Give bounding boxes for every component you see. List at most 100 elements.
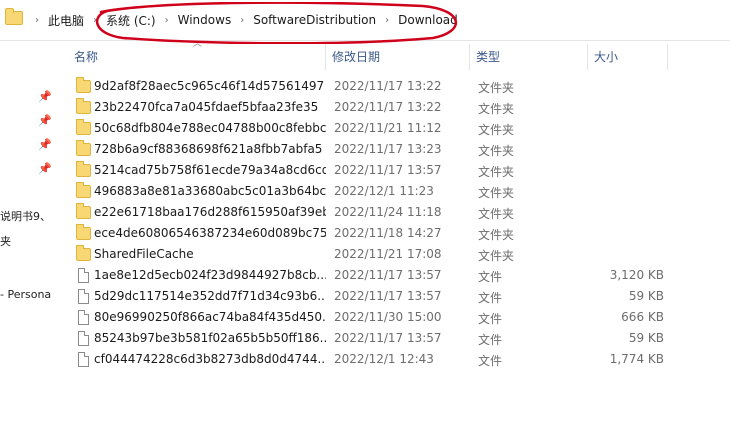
- file-icon: [78, 289, 89, 304]
- chevron-right-icon: ›: [93, 14, 98, 26]
- table-row[interactable]: 9d2af8f28aec5c965c46f14d57561497 2022/11…: [68, 77, 730, 98]
- file-list: 9d2af8f28aec5c965c46f14d57561497 2022/11…: [68, 77, 730, 371]
- table-row[interactable]: 1ae8e12d5ecb024f23d9844927b8cb... 2022/1…: [68, 266, 730, 287]
- file-size: 1,774 KB: [609, 352, 664, 366]
- file-type: 文件夹: [478, 207, 515, 221]
- navigation-pane: 📌 📌 📌 📌 说明书9、 夹 - Persona: [0, 40, 68, 422]
- file-type: 文件夹: [478, 144, 515, 158]
- pin-icon[interactable]: 📌: [38, 138, 52, 151]
- column-header: ︿ 名称 修改日期 类型 大小: [68, 39, 730, 70]
- table-row[interactable]: ece4de60806546387234e60d089bc753 2022/11…: [68, 224, 730, 245]
- nav-item-label[interactable]: - Persona: [0, 288, 51, 301]
- folder-icon: [76, 98, 91, 114]
- table-row[interactable]: 496883a8e81a33680abc5c01a3b64bc5 2022/12…: [68, 182, 730, 203]
- file-type: 文件夹: [478, 165, 515, 179]
- file-type: 文件夹: [478, 81, 515, 95]
- file-icon: [78, 331, 89, 346]
- file-name: cf044474228c6d3b8273db8d0d4744...: [94, 352, 326, 366]
- folder-icon: [76, 245, 91, 261]
- chevron-right-icon: ›: [385, 14, 390, 26]
- file-date: 2022/11/17 13:57: [334, 331, 442, 345]
- file-date: 2022/11/17 13:23: [334, 142, 442, 156]
- file-type: 文件: [478, 312, 503, 326]
- chevron-right-icon: ›: [240, 14, 245, 26]
- breadcrumb-item-download[interactable]: Download: [398, 13, 458, 27]
- file-name: e22e61718baa176d288f615950af39eb: [94, 205, 326, 219]
- file-date: 2022/12/1 12:43: [334, 352, 434, 366]
- file-name: 50c68dfb804e788ec04788b00c8febbc: [94, 121, 326, 135]
- chevron-right-icon: ›: [164, 14, 169, 26]
- file-date: 2022/11/17 13:57: [334, 163, 442, 177]
- file-type: 文件夹: [478, 228, 515, 242]
- file-name: 496883a8e81a33680abc5c01a3b64bc5: [94, 184, 326, 198]
- file-type: 文件夹: [478, 186, 515, 200]
- address-bar[interactable]: › 此电脑 › 系统 (C:) › Windows › SoftwareDist…: [0, 0, 730, 44]
- folder-icon: [76, 140, 91, 156]
- table-row[interactable]: 50c68dfb804e788ec04788b00c8febbc 2022/11…: [68, 119, 730, 140]
- file-date: 2022/11/30 15:00: [334, 310, 442, 324]
- file-date: 2022/11/17 13:22: [334, 79, 442, 93]
- file-name: 5214cad75b758f61ecde79a34a8cd6cd: [94, 163, 326, 177]
- folder-icon: [76, 224, 91, 240]
- file-date: 2022/11/17 13:22: [334, 100, 442, 114]
- file-icon: [78, 268, 89, 283]
- nav-item-label[interactable]: 说明书9、: [0, 208, 51, 224]
- column-name[interactable]: 名称: [68, 44, 326, 70]
- breadcrumb-item-windows[interactable]: Windows: [178, 13, 232, 27]
- folder-icon: [76, 119, 91, 135]
- folder-icon: [76, 77, 91, 93]
- file-icon: [78, 310, 89, 325]
- file-size: 59 KB: [628, 289, 664, 303]
- file-size: 59 KB: [628, 331, 664, 345]
- breadcrumb-item-softwaredistribution[interactable]: SoftwareDistribution: [253, 13, 376, 27]
- file-name: 728b6a9cf88368698f621a8fbb7abfa5: [94, 142, 323, 156]
- column-date-modified[interactable]: 修改日期: [326, 44, 470, 70]
- table-row[interactable]: e22e61718baa176d288f615950af39eb 2022/11…: [68, 203, 730, 224]
- file-date: 2022/12/1 11:23: [334, 184, 434, 198]
- file-name: 80e96990250f866ac74ba84f435d450...: [94, 310, 326, 324]
- pin-icon[interactable]: 📌: [38, 90, 52, 103]
- table-row[interactable]: 5214cad75b758f61ecde79a34a8cd6cd 2022/11…: [68, 161, 730, 182]
- file-name: 1ae8e12d5ecb024f23d9844927b8cb...: [94, 268, 326, 282]
- folder-icon: [76, 161, 91, 177]
- folder-icon: [5, 8, 23, 25]
- file-name: ece4de60806546387234e60d089bc753: [94, 226, 326, 240]
- file-size: 3,120 KB: [609, 268, 664, 282]
- file-type: 文件: [478, 333, 503, 347]
- file-name: 5d29dc117514e352dd7f71d34c93b6...: [94, 289, 326, 303]
- file-type: 文件夹: [478, 249, 515, 263]
- file-type: 文件: [478, 354, 503, 368]
- pin-icon[interactable]: 📌: [38, 162, 52, 175]
- column-size[interactable]: 大小: [588, 44, 668, 70]
- table-row[interactable]: 80e96990250f866ac74ba84f435d450... 2022/…: [68, 308, 730, 329]
- file-type: 文件: [478, 291, 503, 305]
- file-size: 666 KB: [621, 310, 664, 324]
- breadcrumb-item-this-pc[interactable]: 此电脑: [48, 12, 84, 29]
- table-row[interactable]: 85243b97be3b581f02a65b5b50ff186... 2022/…: [68, 329, 730, 350]
- file-date: 2022/11/17 13:57: [334, 268, 442, 282]
- file-name: 23b22470fca7a045fdaef5bfaa23fe35: [94, 100, 319, 114]
- pin-icon[interactable]: 📌: [38, 114, 52, 127]
- table-row[interactable]: 728b6a9cf88368698f621a8fbb7abfa5 2022/11…: [68, 140, 730, 161]
- breadcrumb: › 此电脑 › 系统 (C:) › Windows › SoftwareDist…: [26, 11, 458, 29]
- file-type: 文件: [478, 270, 503, 284]
- file-date: 2022/11/21 17:08: [334, 247, 442, 261]
- folder-icon: [76, 203, 91, 219]
- file-name: 85243b97be3b581f02a65b5b50ff186...: [94, 331, 326, 345]
- folder-icon: [76, 182, 91, 198]
- file-icon: [78, 352, 89, 367]
- breadcrumb-item-system-c[interactable]: 系统 (C:): [106, 12, 156, 29]
- file-date: 2022/11/24 11:18: [334, 205, 442, 219]
- file-name: 9d2af8f28aec5c965c46f14d57561497: [94, 79, 325, 93]
- file-date: 2022/11/17 13:57: [334, 289, 442, 303]
- table-row[interactable]: 23b22470fca7a045fdaef5bfaa23fe35 2022/11…: [68, 98, 730, 119]
- file-type: 文件夹: [478, 102, 515, 116]
- table-row[interactable]: 5d29dc117514e352dd7f71d34c93b6... 2022/1…: [68, 287, 730, 308]
- table-row[interactable]: SharedFileCache 2022/11/21 17:08 文件夹: [68, 245, 730, 266]
- file-type: 文件夹: [478, 123, 515, 137]
- nav-item-label[interactable]: 夹: [0, 233, 11, 249]
- column-type[interactable]: 类型: [470, 44, 588, 70]
- file-name: SharedFileCache: [94, 247, 194, 261]
- table-row[interactable]: cf044474228c6d3b8273db8d0d4744... 2022/1…: [68, 350, 730, 371]
- chevron-right-icon: ›: [35, 14, 39, 26]
